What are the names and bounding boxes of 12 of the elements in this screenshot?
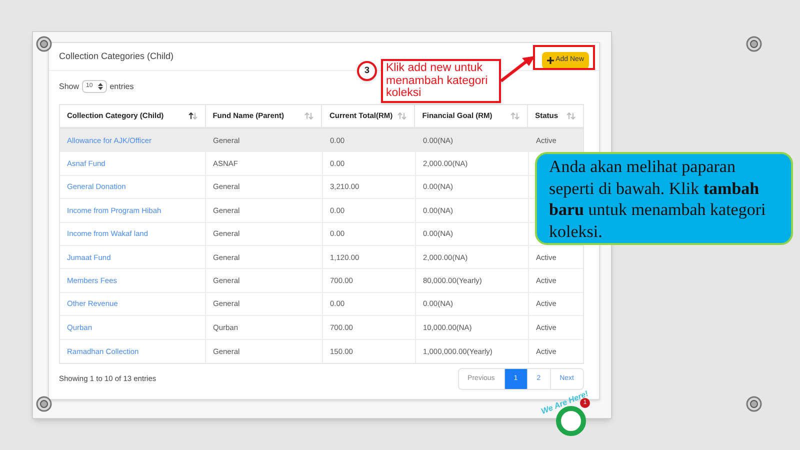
screw-icon <box>746 36 762 52</box>
show-label: Show <box>59 80 80 92</box>
note-callout: Anda akan melihat paparan seperti di bawah. Klik tambah baru untuk menambah kategori koleksi. <box>535 152 793 245</box>
plus-icon <box>546 57 554 64</box>
step-callout: Klik add new untuk menambah kategori koleksi <box>381 59 501 102</box>
arrow-icon <box>500 55 536 83</box>
entries-label: entries <box>110 80 134 92</box>
sort-icon[interactable] <box>188 112 198 120</box>
updown-icon <box>98 83 103 90</box>
screw-icon <box>746 396 762 412</box>
highlight-frame <box>533 45 595 70</box>
card-title: Collection Categories (Child) <box>59 50 174 63</box>
